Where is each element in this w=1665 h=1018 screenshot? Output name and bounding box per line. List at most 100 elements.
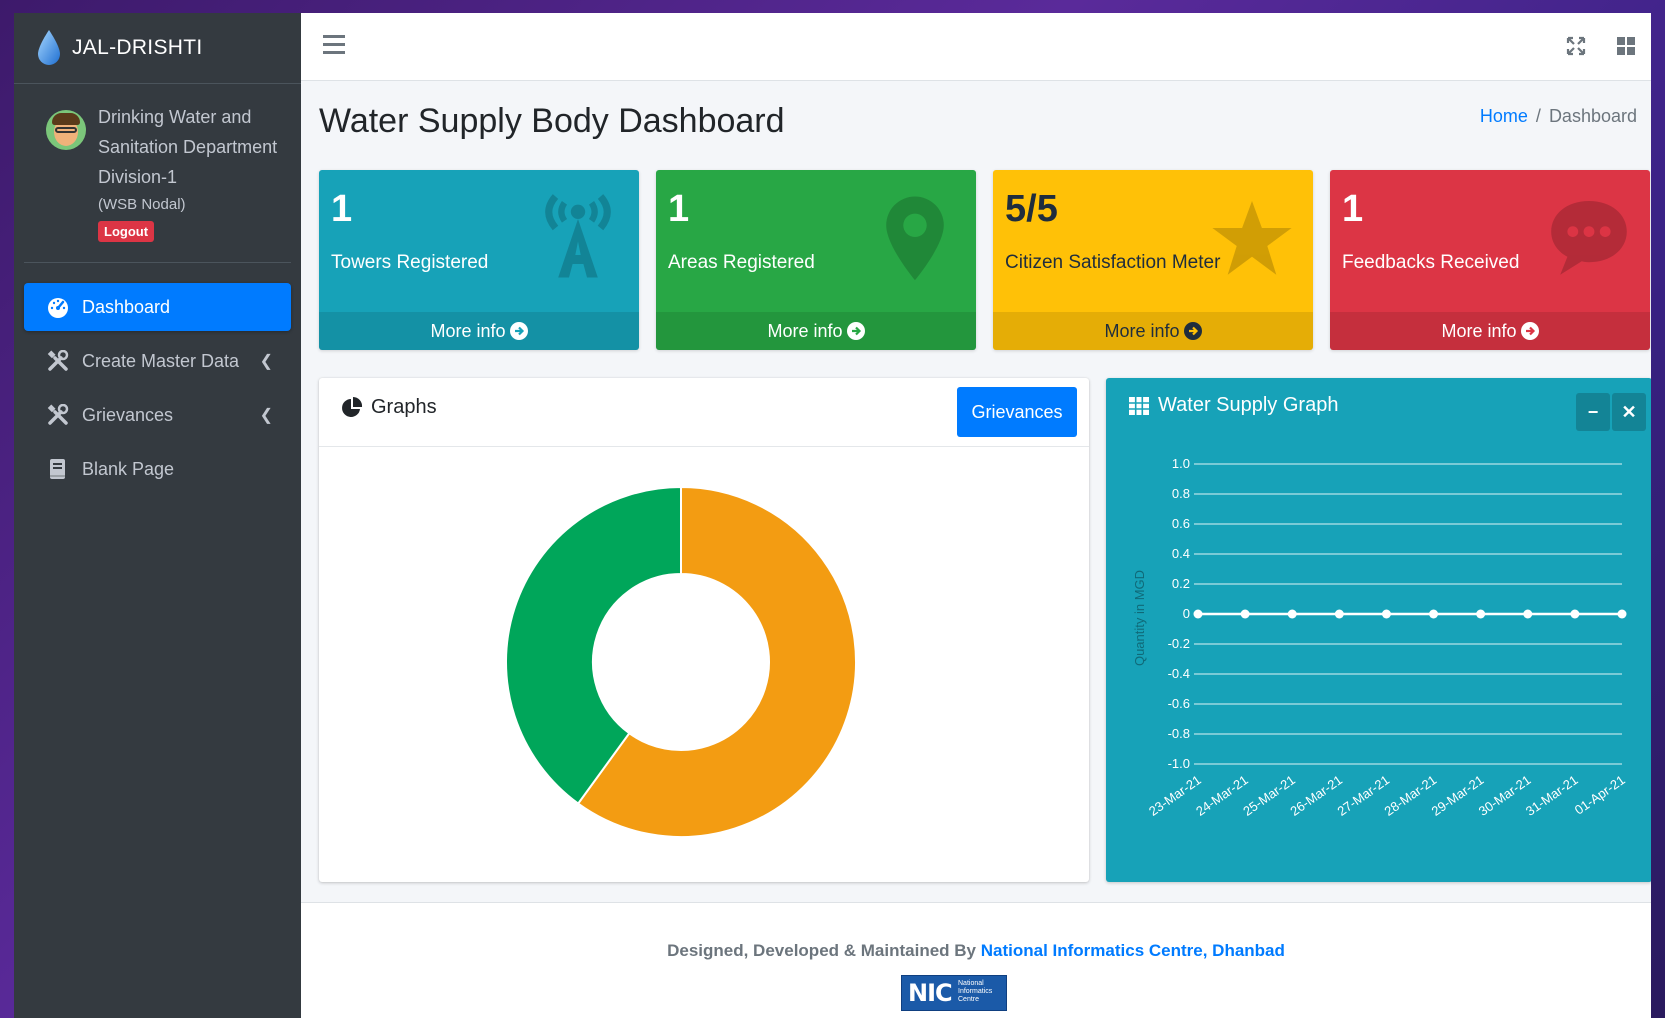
y-tick-label: 0.6 (1172, 516, 1190, 531)
avatar (46, 110, 86, 150)
satisfaction-more-info-link[interactable]: More info (993, 312, 1313, 350)
y-tick-label: 1.0 (1172, 456, 1190, 471)
x-tick-label: 29-Mar-21 (1429, 772, 1487, 819)
info-box-towers: 1 Towers Registered More info (319, 170, 639, 350)
brand-name: JAL-DRISHTI (72, 36, 203, 59)
y-tick-label: 0 (1183, 606, 1190, 621)
towers-more-info-link[interactable]: More info (319, 312, 639, 350)
feedbacks-label: Feedbacks Received (1342, 252, 1520, 273)
tools-icon (46, 349, 70, 373)
data-point[interactable] (1476, 609, 1486, 619)
user-role: (WSB Nodal) (98, 196, 186, 213)
map-marker-icon (886, 196, 944, 281)
towers-label: Towers Registered (331, 252, 489, 273)
tools-icon (46, 403, 70, 427)
graphs-card-title: Graphs (371, 396, 437, 418)
footer-nic-link[interactable]: National Informatics Centre, Dhanbad (981, 941, 1285, 960)
x-tick-label: 26-Mar-21 (1287, 772, 1345, 819)
logout-button[interactable]: Logout (98, 221, 155, 242)
sidebar-item-create-master-data[interactable]: Create Master Data ❮ (24, 337, 291, 385)
book-icon (46, 457, 70, 481)
sidebar-item-label: Dashboard (82, 296, 171, 317)
y-tick-label: -0.4 (1168, 666, 1190, 681)
satisfaction-value: 5/5 (1005, 188, 1058, 230)
sidebar-item-label: Create Master Data (82, 350, 240, 371)
breadcrumb-home-link[interactable]: Home (1480, 106, 1528, 126)
x-tick-label: 23-Mar-21 (1146, 772, 1204, 819)
x-tick-label: 28-Mar-21 (1382, 772, 1440, 819)
sidebar-item-dashboard[interactable]: Dashboard (24, 283, 291, 331)
satisfaction-label: Citizen Satisfaction Meter (1005, 252, 1221, 273)
data-point[interactable] (1570, 609, 1580, 619)
y-tick-label: 0.2 (1172, 576, 1190, 591)
y-tick-label: -0.2 (1168, 636, 1190, 651)
info-box-areas: 1 Areas Registered More info (656, 170, 976, 350)
data-point[interactable] (1334, 609, 1344, 619)
close-button[interactable]: ✕ (1612, 393, 1646, 431)
tower-icon (545, 194, 611, 278)
collapse-button[interactable]: − (1576, 393, 1610, 431)
y-tick-label: -0.8 (1168, 726, 1190, 741)
feedbacks-count: 1 (1342, 188, 1364, 230)
x-tick-label: 31-Mar-21 (1523, 772, 1581, 819)
chevron-left-icon: ❮ (259, 353, 273, 370)
pie-chart-icon (342, 396, 363, 417)
sidebar-nav: Dashboard Create Master Data ❮ Grievance… (14, 263, 301, 493)
arrow-circle-right-icon (1520, 322, 1539, 340)
data-point[interactable] (1381, 609, 1391, 619)
arrow-circle-right-icon (1183, 322, 1202, 340)
x-tick-label: 30-Mar-21 (1476, 772, 1534, 819)
sidebar-item-label: Grievances (82, 404, 174, 425)
grid-icon[interactable] (1615, 35, 1637, 57)
water-supply-line-chart: 1.0 0.8 0.6 0.4 0.2 0 -0.2 -0.4 -0.6 -0.8 -1.0 Quan… (1132, 456, 1628, 819)
graphs-card-header: Graphs Grievances (319, 378, 1089, 447)
nic-logo: NIC National Informatics Centre (901, 975, 1007, 1011)
star-icon (1212, 201, 1292, 275)
arrow-circle-right-icon (846, 322, 865, 340)
water-drop-icon (38, 30, 60, 65)
water-supply-card-title: Water Supply Graph (1158, 394, 1339, 416)
y-tick-label: -0.6 (1168, 696, 1190, 711)
x-tick-label: 27-Mar-21 (1334, 772, 1392, 819)
user-panel: Drinking Water and Sanitation Department… (24, 84, 291, 263)
info-box-satisfaction: 5/5 Citizen Satisfaction Meter More info (993, 170, 1313, 350)
data-point[interactable] (1429, 609, 1439, 619)
y-tick-label: 0.8 (1172, 486, 1190, 501)
sidebar-item-blank-page[interactable]: Blank Page (24, 445, 291, 493)
top-navbar (301, 13, 1651, 81)
graphs-card: Graphs Grievances (319, 378, 1089, 882)
data-point[interactable] (1240, 609, 1250, 619)
doughnut-chart (505, 485, 857, 838)
y-tick-label: -1.0 (1168, 756, 1190, 771)
y-axis-label: Quantity in MGD (1132, 570, 1147, 666)
feedbacks-more-info-link[interactable]: More info (1330, 312, 1650, 350)
data-point[interactable] (1523, 609, 1533, 619)
y-tick-label: 0.4 (1172, 546, 1190, 561)
data-point[interactable] (1617, 609, 1627, 619)
data-point[interactable] (1287, 609, 1297, 619)
areas-count: 1 (668, 188, 690, 230)
x-tick-label: 01-Apr-21 (1572, 772, 1628, 817)
fullscreen-icon[interactable] (1565, 35, 1587, 57)
user-name[interactable]: Drinking Water and Sanitation Department… (98, 102, 288, 192)
app-window: JAL-DRISHTI Drinking Water and Sanitatio… (14, 13, 1651, 1018)
breadcrumb: Home / Dashboard (1479, 106, 1637, 126)
hamburger-icon[interactable] (323, 35, 345, 57)
water-supply-card: Water Supply Graph − ✕ 1.0 0.8 0.6 0.4 0.2 0 -… (1106, 378, 1651, 882)
areas-more-info-link[interactable]: More info (656, 312, 976, 350)
sidebar: JAL-DRISHTI Drinking Water and Sanitatio… (14, 13, 301, 1018)
sidebar-item-label: Blank Page (82, 458, 175, 479)
tachometer-icon (46, 295, 70, 319)
footer-credit-text: Designed, Developed & Maintained By (667, 941, 976, 960)
chevron-left-icon: ❮ (259, 407, 273, 424)
main-content: Water Supply Body Dashboard Home / Dashboa… (301, 80, 1651, 1018)
data-point[interactable] (1193, 609, 1203, 619)
towers-count: 1 (331, 188, 353, 230)
table-icon (1129, 396, 1149, 415)
areas-label: Areas Registered (668, 252, 815, 273)
grievances-button[interactable]: Grievances (957, 387, 1077, 437)
info-box-feedbacks: 1 Feedbacks Received More info (1330, 170, 1650, 350)
brand-link[interactable]: JAL-DRISHTI (14, 13, 301, 84)
sidebar-item-grievances[interactable]: Grievances ❮ (24, 391, 291, 439)
x-tick-label: 25-Mar-21 (1240, 772, 1298, 819)
